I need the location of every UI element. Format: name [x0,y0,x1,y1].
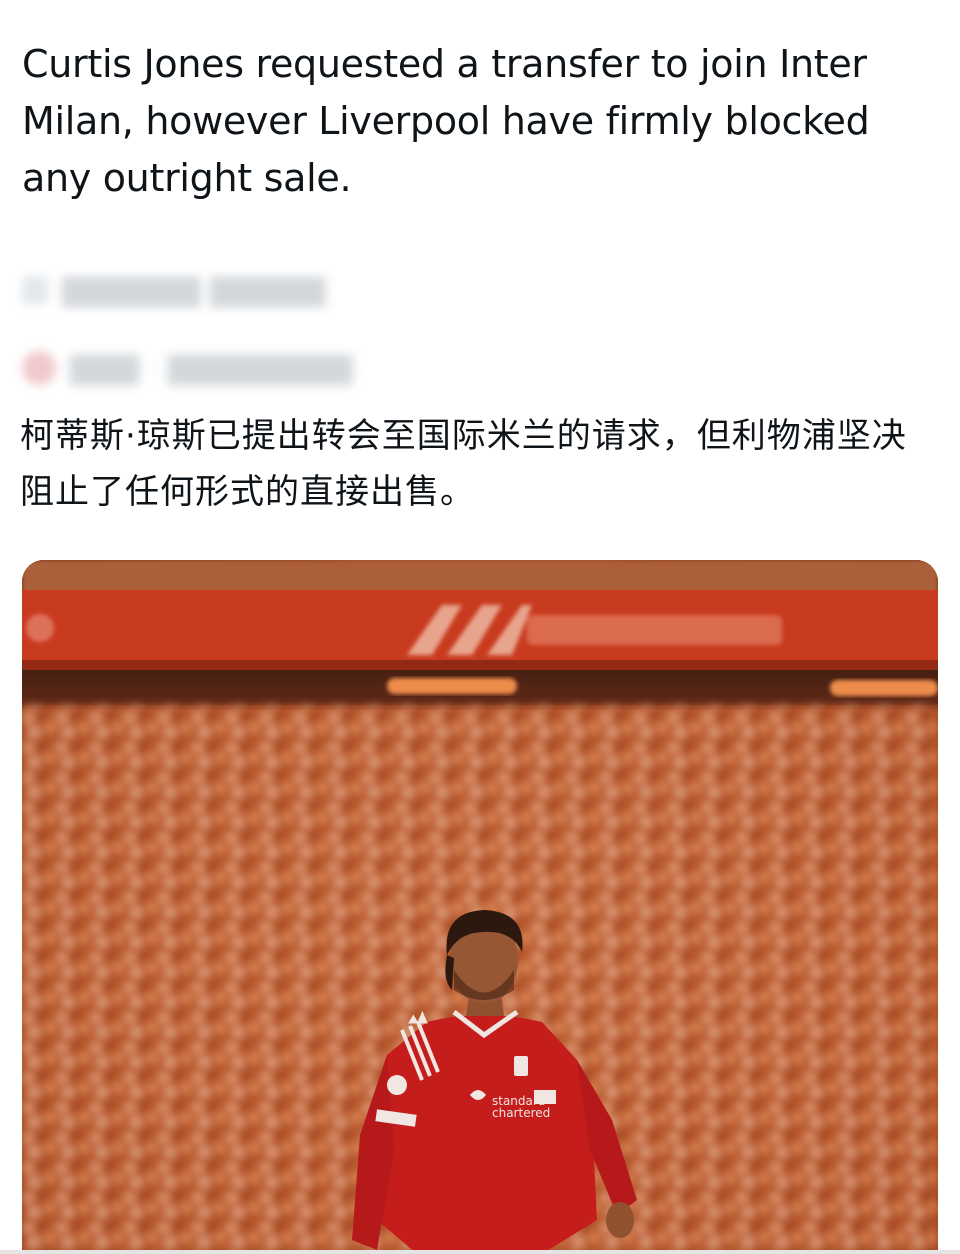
translate-icon [22,276,48,304]
translated-text: 柯蒂斯·琼斯已提出转会至国际米兰的请求，但利物浦坚决阻止了任何形式的直接出售。 [20,416,907,512]
divider [0,1250,960,1254]
translate-link[interactable]: ▇▇▇▇▇▇ ▇▇▇▇▇ [22,270,325,310]
source-avatar [22,351,56,385]
translate-label: ▇▇▇▇▇▇ ▇▇▇▇▇ [62,272,326,308]
tweet-text: Curtis Jones requested a transfer to joi… [22,42,870,200]
player-photo-image: standard chartered [22,560,938,1254]
quoted-source[interactable]: ▇▇▇ · ▇▇▇▇▇▇▇▇ [22,348,352,388]
source-label: ▇▇▇ · ▇▇▇▇▇▇▇▇ [70,350,353,386]
tweet-photo[interactable]: standard chartered [22,560,938,1254]
